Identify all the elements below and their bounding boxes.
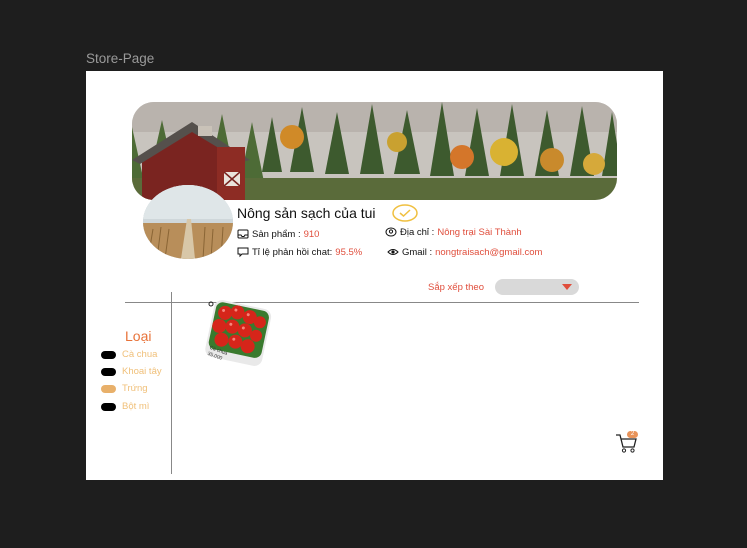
category-item-trung[interactable]: Trứng [101,383,148,394]
category-label: Bột mì [122,401,150,412]
address-label: Địa chỉ : [400,226,435,238]
category-label: Cà chua [122,349,158,360]
response-value: 95.5% [335,246,363,258]
store-name: Nông sản sạch của tui [237,205,376,221]
response-label: Tỉ lệ phản hồi chat: [252,246,333,258]
category-item-khoai-tay[interactable]: Khoai tây [101,366,162,377]
chat-icon [237,247,249,258]
category-pill [101,402,116,411]
products-count: Sản phẩm : 910 [237,228,319,240]
sort-dropdown[interactable] [495,279,579,295]
products-label: Sản phẩm : [252,228,301,240]
products-value: 910 [303,228,320,240]
category-pill [101,350,116,359]
category-item-bot-mi[interactable]: Bột mì [101,401,149,412]
category-item-ca-chua[interactable]: Cà chua [101,349,157,360]
chat-response-rate: Tỉ lệ phản hồi chat: 95.5% [237,246,362,258]
store-email: Gmail : nongtraisach@gmail.com [387,246,542,258]
email-value[interactable]: nongtraisach@gmail.com [435,247,542,258]
address-value: Nông trại Sài Thành [437,226,522,238]
sort-label: Sắp xếp theo [428,282,484,293]
verified-check-icon [392,204,418,222]
location-pin-icon [385,227,397,237]
inbox-icon [237,229,249,239]
cover-banner [132,102,617,200]
chevron-down-icon [562,284,572,290]
eye-icon [387,249,399,255]
category-label: Trứng [122,383,148,394]
cart-count-badge: 2 [627,431,638,438]
category-pill [101,367,116,376]
frame-title: Store-Page [86,51,155,66]
category-label: Khoai tây [122,366,162,377]
category-title: Loại [125,328,152,344]
category-pill-active [101,384,116,393]
store-address: Địa chỉ : Nông trại Sài Thành [385,226,522,238]
email-label: Gmail : [402,246,433,258]
divider-vertical [171,292,172,474]
store-avatar[interactable] [143,185,233,259]
product-card-tomato[interactable]: Cà chua 35.000 [203,300,273,368]
store-page: Nông sản sạch của tui Sản phẩm : 910 Tỉ … [86,71,663,480]
